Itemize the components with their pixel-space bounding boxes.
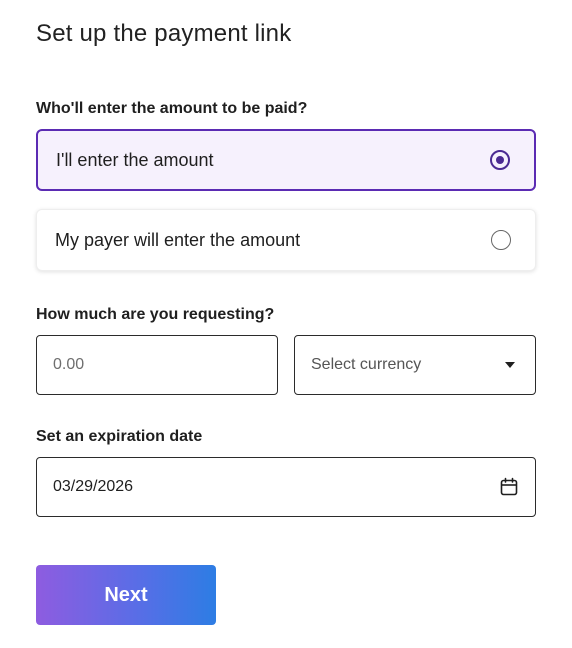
option-i-enter-amount[interactable]: I'll enter the amount [36,129,536,191]
page-title: Set up the payment link [36,20,292,47]
amount-input[interactable] [53,356,261,374]
option-payer-enters-amount[interactable]: My payer will enter the amount [36,209,536,271]
expiration-date-field[interactable]: 03/29/2026 [36,457,536,517]
payment-link-setup-page: Set up the payment link Who'll enter the… [0,0,572,648]
option-payer-enters-amount-label: My payer will enter the amount [55,229,301,250]
amount-field[interactable] [36,335,278,395]
currency-select[interactable]: Select currency [294,335,536,395]
chevron-down-icon[interactable] [505,362,515,368]
expiration-label: Set an expiration date [36,428,203,445]
currency-select-placeholder: Select currency [311,356,422,373]
calendar-icon[interactable] [499,477,519,497]
request-amount-label: How much are you requesting? [36,306,275,323]
next-button[interactable]: Next [36,565,216,625]
amount-entry-label: Who'll enter the amount to be paid? [36,100,308,117]
expiration-date-value: 03/29/2026 [53,478,134,495]
radio-unselected-icon[interactable] [491,230,511,250]
option-i-enter-amount-label: I'll enter the amount [56,149,214,170]
radio-selected-icon[interactable] [490,150,510,170]
